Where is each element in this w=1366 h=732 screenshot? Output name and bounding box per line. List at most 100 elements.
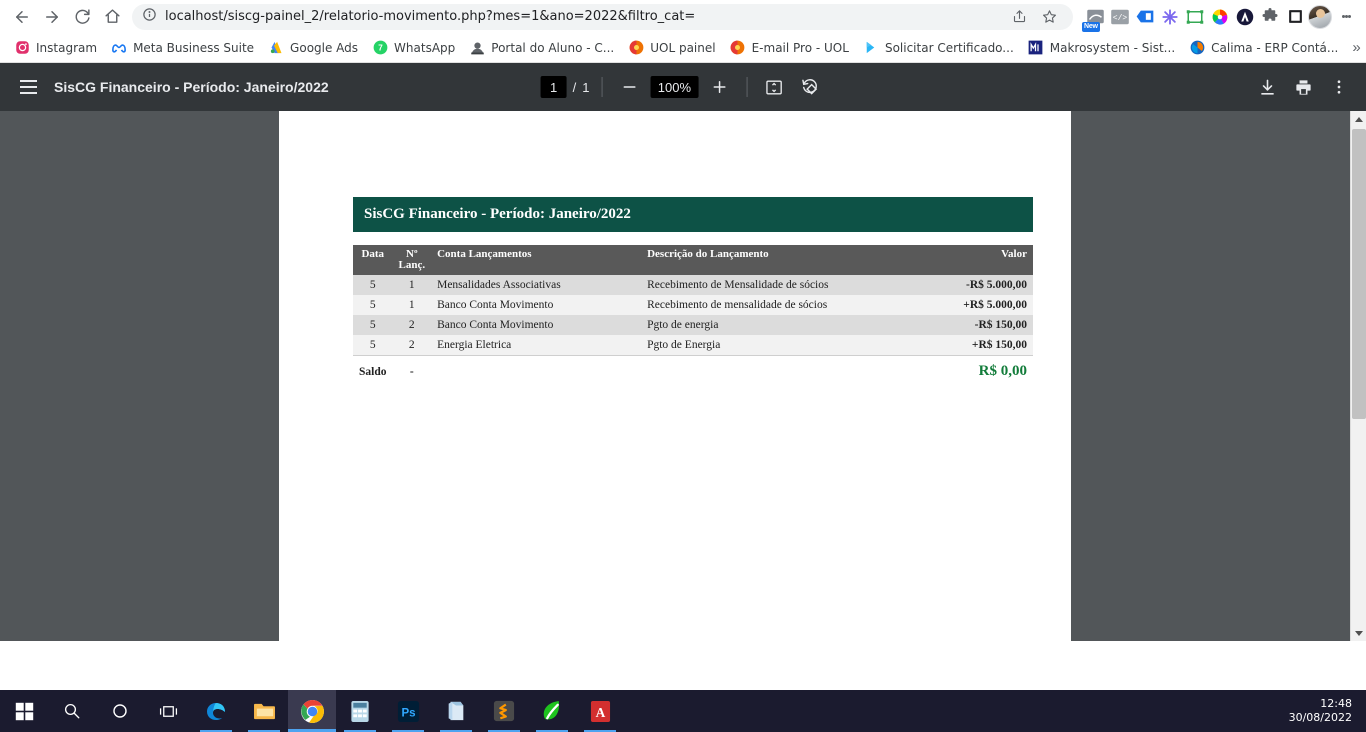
taskbar-chrome[interactable] [288,690,336,732]
bookmark-email-pro-uol[interactable]: E-mail Pro - UOL [724,36,855,60]
cell-valor: +R$ 150,00 [922,335,1033,356]
taskbar-clock[interactable]: 12:48 30/08/2022 [1289,697,1366,725]
cell-data: 5 [353,295,393,315]
zoom-out-button[interactable] [614,72,644,102]
table-row: 5 1 Banco Conta Movimento Recebimento de… [353,295,1033,315]
bookmark-solicitar-certificado[interactable]: Solicitar Certificado... [857,36,1020,60]
edge-icon [203,698,229,724]
bookmark-makrosystem[interactable]: Makrosystem - Sist... [1022,36,1181,60]
clock-time: 12:48 [1320,697,1352,710]
pdf-zoom-level[interactable]: 100% [650,76,699,98]
omnibox-actions [1005,3,1063,31]
saldo-descricao [641,355,923,384]
meta-icon [111,40,127,56]
bookmark-google-ads[interactable]: Google Ads [262,36,364,60]
scrollbar-thumb[interactable] [1352,129,1366,419]
table-row: 5 1 Mensalidades Associativas Recebiment… [353,275,1033,295]
browser-chrome: localhost/siscg-painel_2/relatorio-movim… [0,0,1366,63]
bookmark-label: Solicitar Certificado... [884,40,1014,55]
cell-descricao: Pgto de energia [641,315,923,335]
start-button[interactable] [0,690,48,732]
capture-frame-extension-icon[interactable] [1184,6,1206,28]
reload-button[interactable] [68,3,96,31]
address-bar[interactable]: localhost/siscg-painel_2/relatorio-movim… [132,3,1073,31]
instagram-icon [14,40,30,56]
share-icon[interactable] [1005,3,1033,31]
notes-icon [443,698,469,724]
google-ads-icon [268,40,284,56]
cortana-button[interactable] [96,690,144,732]
bookmark-calima-erp[interactable]: Calima - ERP Contá... [1183,36,1344,60]
taskbar-notes[interactable] [432,690,480,732]
table-header-row: Data Nº Lanç. Conta Lançamentos Descriçã… [353,245,1033,275]
screenshot-extension-icon[interactable]: New [1082,6,1106,32]
search-button[interactable] [48,690,96,732]
bookmark-uol-painel[interactable]: UOL painel [622,36,721,60]
pdf-sidebar-toggle-icon[interactable] [12,71,44,103]
bookmark-whatsapp[interactable]: 7 WhatsApp [366,36,461,60]
back-button[interactable] [8,3,36,31]
pdf-more-actions-icon[interactable] [1324,72,1354,102]
taskbar-acrobat[interactable]: A [576,690,624,732]
pdf-page-number-input[interactable] [540,76,567,98]
svg-text:A: A [595,705,605,720]
taskbar-greenapp[interactable] [528,690,576,732]
profile-avatar[interactable] [1308,4,1332,29]
bookmark-star-icon[interactable] [1035,3,1063,31]
table-body: 5 1 Mensalidades Associativas Recebiment… [353,275,1033,356]
taskbar-photoshop[interactable]: Ps [384,690,432,732]
pdf-scroll-area[interactable]: SisCG Financeiro - Período: Janeiro/2022… [0,111,1366,677]
certificado-icon [863,40,879,56]
column-header-descricao: Descrição do Lançamento [641,245,923,275]
cell-data: 5 [353,275,393,295]
pdf-page-total: 1 [582,79,590,95]
blue-tag-extension-icon[interactable] [1134,6,1156,28]
bookmark-portal-do-aluno[interactable]: Portal do Aluno - C... [463,36,620,60]
bookmark-instagram[interactable]: Instagram [8,36,103,60]
bookmark-label: Google Ads [290,40,359,55]
white-square-extension-icon[interactable] [1284,6,1306,28]
print-icon[interactable] [1288,72,1318,102]
bookmarks-bar: Instagram Meta Business Suite Google Ads… [0,33,1366,63]
scrollbar-up-arrow-icon[interactable] [1351,111,1366,127]
column-header-num-line2: Lanç. [398,259,426,271]
chrome-icon [299,698,325,724]
cell-valor: -R$ 150,00 [922,315,1033,335]
cell-descricao: Pgto de Energia [641,335,923,356]
taskbar-edge[interactable] [192,690,240,732]
forward-button[interactable] [38,3,66,31]
photoshop-icon: Ps [395,698,421,724]
clock-date: 30/08/2022 [1288,711,1352,724]
cell-data: 5 [353,315,393,335]
portal-aluno-icon [469,40,485,56]
pdf-vertical-scrollbar[interactable] [1350,111,1366,641]
asterisk-extension-icon[interactable] [1159,6,1181,28]
puzzle-extensions-icon[interactable] [1259,6,1281,28]
taskbar-file-explorer[interactable] [240,690,288,732]
taskbar-calculator[interactable] [336,690,384,732]
task-view-button[interactable] [144,690,192,732]
home-button[interactable] [98,3,126,31]
scrollbar-down-arrow-icon[interactable] [1351,625,1366,641]
bookmark-meta-business-suite[interactable]: Meta Business Suite [105,36,260,60]
taskbar-sublime[interactable] [480,690,528,732]
bookmark-label: Makrosystem - Sist... [1049,40,1176,55]
bookmark-label: Meta Business Suite [133,40,255,55]
cell-valor: -R$ 5.000,00 [922,275,1033,295]
pdf-page: SisCG Financeiro - Período: Janeiro/2022… [279,111,1071,677]
saldo-num: - [392,355,432,384]
code-extension-icon[interactable]: </> [1109,6,1131,28]
fit-to-page-icon[interactable] [759,72,789,102]
chrome-menu-button[interactable] [1334,3,1358,31]
avast-extension-icon[interactable] [1234,6,1256,28]
saldo-label: Saldo [353,355,393,384]
task-view-icon [155,698,181,724]
download-icon[interactable] [1252,72,1282,102]
site-info-icon[interactable] [142,7,157,27]
windows-logo-icon [11,698,37,724]
cell-num: 2 [392,335,432,356]
rotate-counterclockwise-icon[interactable] [795,72,825,102]
bookmarks-overflow-button[interactable]: » [1346,39,1366,56]
zoom-in-button[interactable] [704,72,734,102]
color-wheel-extension-icon[interactable] [1209,6,1231,28]
